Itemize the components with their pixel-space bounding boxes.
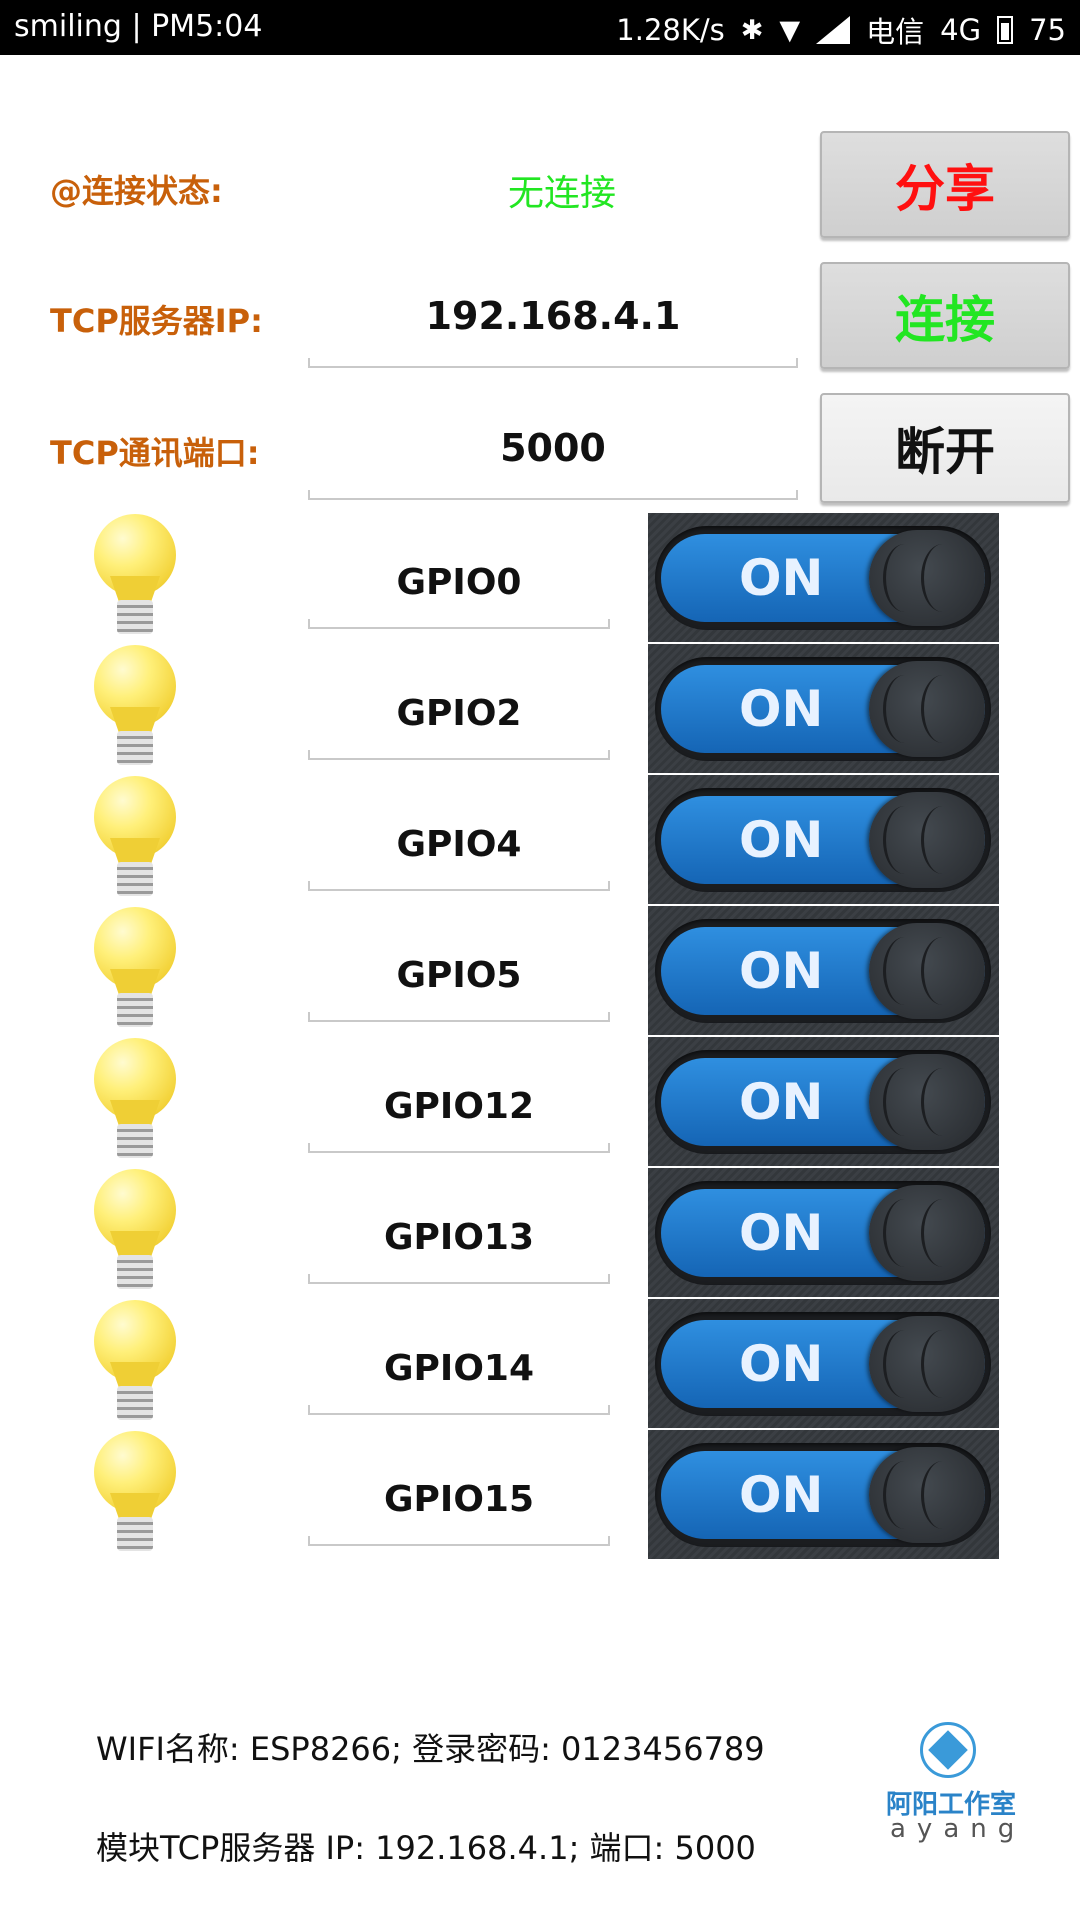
gpio-toggle-switch[interactable]: ON bbox=[648, 513, 999, 642]
gpio-toggle-switch[interactable]: ON bbox=[648, 1299, 999, 1428]
gpio-toggle-switch[interactable]: ON bbox=[648, 644, 999, 773]
switch-state-label: ON bbox=[739, 942, 824, 1000]
gpio-name-field[interactable]: GPIO14 bbox=[308, 1323, 610, 1415]
gpio-name-field[interactable]: GPIO0 bbox=[308, 537, 610, 629]
network-type: 4G bbox=[940, 13, 982, 47]
lightbulb-icon bbox=[90, 1431, 180, 1559]
tcp-ip-field[interactable]: 192.168.4.1 bbox=[308, 268, 798, 368]
gpio-name-field[interactable]: GPIO12 bbox=[308, 1061, 610, 1153]
wifi-info-text: WIFI名称: ESP8266; 登录密码: 0123456789 bbox=[96, 1730, 765, 1768]
lightbulb-icon bbox=[90, 907, 180, 1035]
wifi-icon: ▼ bbox=[779, 14, 801, 46]
gpio-name-field[interactable]: GPIO2 bbox=[308, 668, 610, 760]
switch-knob bbox=[869, 923, 985, 1019]
lightbulb-icon bbox=[90, 645, 180, 773]
connection-status-label: @连接状态: bbox=[50, 172, 223, 210]
gpio-toggle-switch[interactable]: ON bbox=[648, 1168, 999, 1297]
lightbulb-icon bbox=[90, 1300, 180, 1428]
studio-logo: 阿阳工作室 ayang bbox=[880, 1722, 1020, 1844]
switch-state-label: ON bbox=[739, 1335, 824, 1393]
switch-state-label: ON bbox=[739, 680, 824, 738]
tcp-info-text: 模块TCP服务器 IP: 192.168.4.1; 端口: 5000 bbox=[96, 1829, 756, 1867]
lightbulb-icon bbox=[90, 514, 180, 642]
switch-knob bbox=[869, 792, 985, 888]
gpio-toggle-switch[interactable]: ON bbox=[648, 1430, 999, 1559]
gpio-toggle-switch[interactable]: ON bbox=[648, 775, 999, 904]
gpio-name-field[interactable]: GPIO5 bbox=[308, 930, 610, 1022]
switch-knob bbox=[869, 661, 985, 757]
lightbulb-icon bbox=[90, 1038, 180, 1166]
switch-knob bbox=[869, 1447, 985, 1543]
switch-state-label: ON bbox=[739, 1204, 824, 1262]
bluetooth-icon: ✱ bbox=[740, 14, 764, 46]
battery-icon bbox=[997, 16, 1014, 44]
switch-state-label: ON bbox=[739, 549, 824, 607]
gpio-name-field[interactable]: GPIO4 bbox=[308, 799, 610, 891]
tcp-ip-label: TCP服务器IP: bbox=[50, 302, 263, 340]
switch-knob bbox=[869, 1316, 985, 1412]
gpio-toggle-switch[interactable]: ON bbox=[648, 906, 999, 1035]
gpio-toggle-switch[interactable]: ON bbox=[648, 1037, 999, 1166]
tcp-port-label: TCP通讯端口: bbox=[50, 434, 260, 472]
connect-button[interactable]: 连接 bbox=[820, 262, 1070, 369]
network-speed: 1.28K/s bbox=[616, 13, 725, 47]
lightbulb-icon bbox=[90, 1169, 180, 1297]
cube-logo-icon bbox=[920, 1722, 976, 1778]
status-bar-time: smiling | PM5:04 bbox=[14, 9, 263, 44]
carrier-name: 电信 bbox=[866, 15, 925, 49]
switch-state-label: ON bbox=[739, 811, 824, 869]
share-button[interactable]: 分享 bbox=[820, 131, 1070, 238]
connection-status-value: 无连接 bbox=[508, 173, 617, 214]
switch-knob bbox=[869, 1054, 985, 1150]
gpio-name-field[interactable]: GPIO13 bbox=[308, 1192, 610, 1284]
switch-knob bbox=[869, 1185, 985, 1281]
gpio-name-field[interactable]: GPIO15 bbox=[308, 1454, 610, 1546]
switch-state-label: ON bbox=[739, 1466, 824, 1524]
lightbulb-icon bbox=[90, 776, 180, 904]
logo-english-text: ayang bbox=[890, 1814, 1026, 1844]
battery-level: 75 bbox=[1029, 13, 1066, 47]
status-bar: smiling | PM5:04 1.28K/s ✱ ▼ 电信 4G 75 bbox=[0, 0, 1080, 55]
status-bar-right: 1.28K/s ✱ ▼ 电信 4G 75 bbox=[616, 9, 1066, 51]
signal-icon bbox=[816, 16, 851, 44]
switch-state-label: ON bbox=[739, 1073, 824, 1131]
tcp-port-field[interactable]: 5000 bbox=[308, 400, 798, 500]
switch-knob bbox=[869, 530, 985, 626]
disconnect-button[interactable]: 断开 bbox=[820, 393, 1070, 503]
